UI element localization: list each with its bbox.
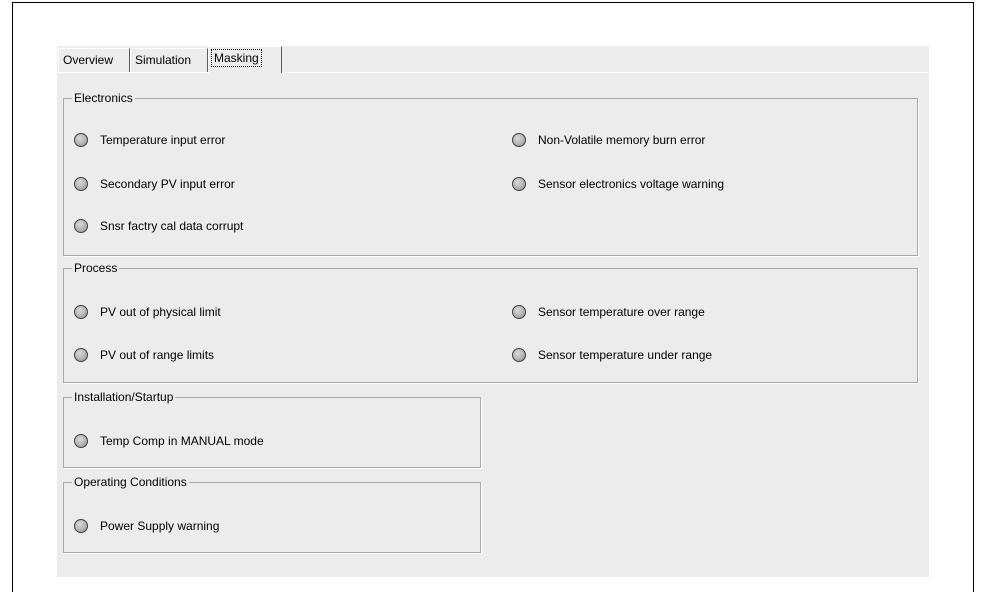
status-led-icon — [74, 519, 88, 533]
mask-item-secondary-pv-input-error[interactable]: Secondary PV input error — [74, 175, 235, 193]
mask-item-label: Power Supply warning — [100, 519, 220, 533]
mask-item-power-supply-warning[interactable]: Power Supply warning — [74, 517, 219, 535]
mask-item-snsr-factry-cal-data-corrupt[interactable]: Snsr factry cal data corrupt — [74, 217, 243, 235]
status-led-icon — [74, 219, 88, 233]
status-led-icon — [512, 348, 526, 362]
mask-item-temperature-input-error[interactable]: Temperature input error — [74, 131, 225, 149]
installation-startup-group-title: Installation/Startup — [72, 389, 176, 405]
status-led-icon — [512, 177, 526, 191]
status-led-icon — [74, 434, 88, 448]
electronics-group-title: Electronics — [72, 90, 135, 106]
mask-item-temp-comp-manual-mode[interactable]: Temp Comp in MANUAL mode — [74, 432, 264, 450]
tab-simulation[interactable]: Simulation — [130, 48, 208, 72]
mask-item-label: PV out of range limits — [100, 348, 215, 362]
operating-conditions-group-title: Operating Conditions — [72, 474, 189, 490]
mask-item-label: Non-Volatile memory burn error — [538, 133, 706, 147]
status-led-icon — [74, 305, 88, 319]
mask-item-pv-out-of-physical-limit[interactable]: PV out of physical limit — [74, 303, 221, 321]
mask-item-nonvolatile-memory-burn-error[interactable]: Non-Volatile memory burn error — [512, 131, 705, 149]
tab-baseline — [57, 72, 929, 73]
mask-item-label: Sensor electronics voltage warning — [538, 177, 725, 191]
process-group-title: Process — [72, 260, 120, 276]
mask-item-sensor-temperature-over-range[interactable]: Sensor temperature over range — [512, 303, 705, 321]
tab-overview[interactable]: Overview — [58, 48, 130, 72]
status-led-icon — [74, 177, 88, 191]
tab-masking-label: Masking — [211, 49, 262, 67]
mask-item-label: PV out of physical limit — [100, 305, 221, 319]
mask-item-label: Temperature input error — [100, 133, 226, 147]
status-led-icon — [74, 348, 88, 362]
mask-item-label: Secondary PV input error — [100, 177, 235, 191]
mask-item-label: Temp Comp in MANUAL mode — [100, 434, 264, 448]
status-led-icon — [512, 305, 526, 319]
mask-item-pv-out-of-range-limits[interactable]: PV out of range limits — [74, 346, 214, 364]
tab-simulation-label: Simulation — [135, 53, 192, 67]
tab-masking[interactable]: Masking — [208, 46, 282, 73]
status-led-icon — [74, 133, 88, 147]
mask-item-label: Sensor temperature over range — [538, 305, 705, 319]
mask-item-label: Snsr factry cal data corrupt — [100, 219, 244, 233]
mask-item-sensor-temperature-under-range[interactable]: Sensor temperature under range — [512, 346, 712, 364]
mask-item-sensor-electronics-voltage-warning[interactable]: Sensor electronics voltage warning — [512, 175, 724, 193]
mask-item-label: Sensor temperature under range — [538, 348, 713, 362]
process-group: Process — [63, 260, 918, 383]
tab-overview-label: Overview — [63, 53, 114, 67]
status-led-icon — [512, 133, 526, 147]
